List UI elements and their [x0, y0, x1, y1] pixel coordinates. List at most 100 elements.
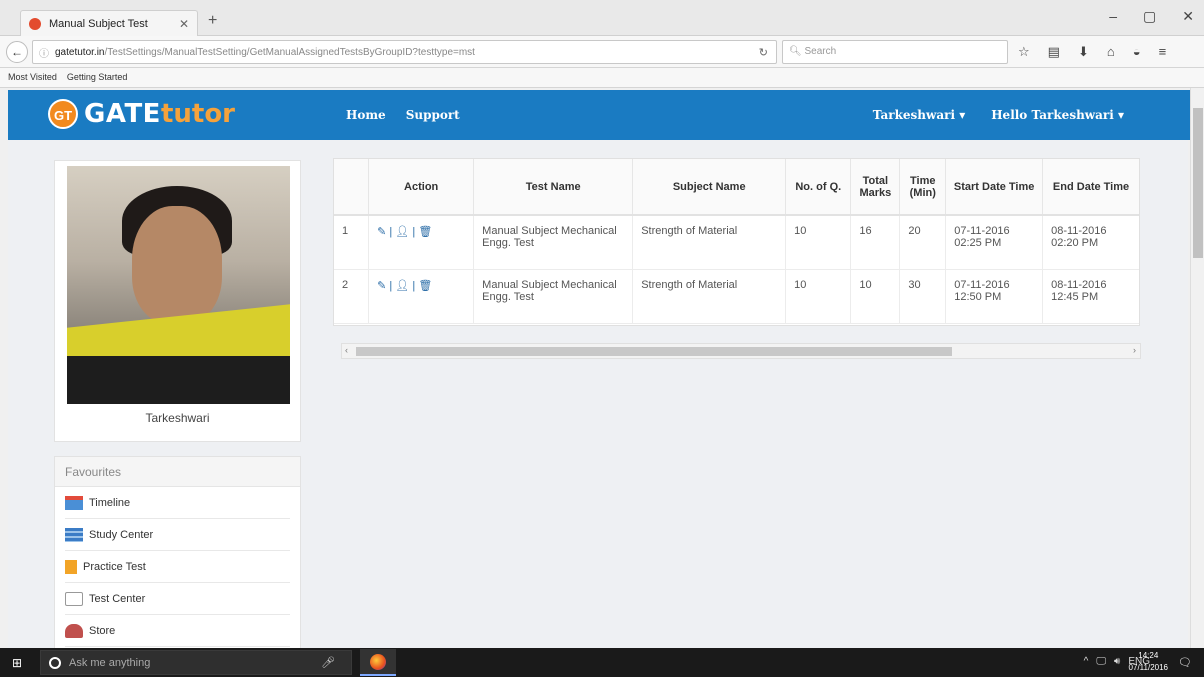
logo-tutor-text: tutor: [160, 99, 236, 129]
browser-tab[interactable]: Manual Subject Test ✕: [20, 10, 198, 36]
back-arrow-icon[interactable]: ←: [6, 41, 28, 63]
minimize-icon[interactable]: –: [1109, 8, 1117, 25]
fav-item-store[interactable]: Store: [65, 615, 290, 647]
search-icon: 🔍︎: [789, 46, 805, 57]
col-header-end-date: End Date Time: [1042, 159, 1139, 216]
assign-user-icon[interactable]: 👤︎: [395, 280, 409, 292]
bookmark-star-icon[interactable]: ☆: [1018, 44, 1030, 60]
cell-actions: ✎ | 👤︎ | 🗑︎: [368, 215, 475, 270]
fav-label: Store: [89, 624, 116, 637]
cell-start-date: 07-11-2016 02:25 PM: [945, 215, 1044, 270]
firefox-icon: [370, 654, 386, 670]
browser-tabbar: Manual Subject Test ✕ + – ▢ ✕: [0, 0, 1204, 36]
taskbar-clock[interactable]: 14:24 07/11/2016: [1129, 650, 1168, 674]
vertical-scroll-thumb[interactable]: [1193, 108, 1203, 258]
col-header-total-marks: Total Marks: [850, 159, 901, 216]
fav-item-practice-test[interactable]: Practice Test: [65, 551, 290, 583]
delete-icon[interactable]: 🗑︎: [418, 280, 432, 292]
cell-end-date: 08-11-2016 02:20 PM: [1042, 215, 1139, 270]
store-icon: [65, 623, 83, 638]
reading-list-icon[interactable]: ▤: [1048, 44, 1060, 60]
books-icon: [65, 527, 83, 542]
cell-index: 1: [334, 215, 370, 270]
edit-icon[interactable]: ✎: [377, 280, 386, 292]
cell-subject: Strength of Material: [632, 269, 787, 324]
microphone-icon[interactable]: 🎤︎: [321, 656, 335, 669]
windows-start-icon[interactable]: ⊞: [12, 656, 26, 670]
scroll-thumb[interactable]: [356, 347, 952, 356]
col-header-no-of-q: No. of Q.: [785, 159, 852, 216]
assign-user-icon[interactable]: 👤︎: [395, 226, 409, 238]
calendar-icon: [65, 495, 83, 510]
tests-table: Action Test Name Subject Name No. of Q. …: [334, 159, 1139, 324]
close-window-icon[interactable]: ✕: [1182, 8, 1194, 25]
bookmark-getting-started[interactable]: Getting Started: [67, 72, 128, 83]
site-logo[interactable]: GT GATE tutor: [48, 99, 235, 129]
profile-name: Tarkeshwari: [145, 411, 210, 425]
nav-home[interactable]: Home: [346, 108, 386, 122]
scroll-left-icon[interactable]: ‹: [345, 345, 348, 355]
maximize-icon[interactable]: ▢: [1143, 8, 1156, 25]
network-icon[interactable]: 🖵︎: [1096, 656, 1106, 667]
notifications-icon[interactable]: 🗨︎: [1178, 656, 1192, 669]
close-tab-icon[interactable]: ✕: [179, 17, 189, 31]
windows-taskbar: ⊞ Ask me anything 🎤︎ ^ 🖵︎ 🔊︎ ENG 14:24 0…: [0, 648, 1204, 677]
clipboard-icon: [65, 559, 77, 574]
edit-icon[interactable]: ✎: [377, 226, 386, 238]
menu-icon[interactable]: ≡: [1159, 44, 1167, 60]
fav-label: Practice Test: [83, 560, 146, 573]
fav-item-study-center[interactable]: Study Center: [65, 519, 290, 551]
url-host: gatetutor.in: [55, 46, 105, 58]
fav-item-test-center[interactable]: Test Center: [65, 583, 290, 615]
favourites-title: Favourites: [55, 457, 300, 487]
taskbar-search-box[interactable]: Ask me anything 🎤︎: [40, 650, 352, 675]
site-header: GT GATE tutor Home Support Tarkeshwari ▾…: [8, 90, 1194, 140]
cell-subject: Strength of Material: [632, 215, 787, 270]
browser-search-input[interactable]: 🔍︎ Search: [782, 40, 1008, 64]
page-vertical-scrollbar[interactable]: [1190, 88, 1204, 648]
url-path: /TestSettings/ManualTestSetting/GetManua…: [104, 46, 475, 58]
firefox-taskbar-button[interactable]: [360, 649, 396, 676]
user-dropdown[interactable]: Tarkeshwari ▾: [873, 108, 966, 122]
browser-navbar: ← ⓘ gatetutor.in /TestSettings/ManualTes…: [0, 36, 1204, 68]
table-header-row: Action Test Name Subject Name No. of Q. …: [334, 159, 1139, 216]
logo-badge: GT: [48, 99, 78, 129]
profile-card: Tarkeshwari: [54, 160, 301, 442]
clock-time: 14:24: [1138, 651, 1159, 660]
table-row: 2 ✎ | 👤︎ | 🗑︎ Manual Subject Mechanical …: [334, 269, 1139, 324]
hello-user-dropdown[interactable]: Hello Tarkeshwari ▾: [991, 108, 1124, 122]
col-header-start-date: Start Date Time: [945, 159, 1044, 216]
page-body: Tarkeshwari Favourites Timeline Study Ce…: [8, 140, 1188, 656]
cell-test-name: Manual Subject Mechanical Engg. Test: [473, 269, 634, 324]
cell-index: 2: [334, 269, 370, 324]
cell-no-of-q: 10: [785, 269, 852, 324]
fav-item-timeline[interactable]: Timeline: [65, 487, 290, 519]
search-placeholder: Search: [804, 46, 837, 57]
url-bar[interactable]: ⓘ gatetutor.in /TestSettings/ManualTestS…: [32, 40, 777, 64]
scroll-right-icon[interactable]: ›: [1133, 345, 1136, 355]
window-controls: – ▢ ✕: [1109, 8, 1194, 25]
cell-time: 30: [899, 269, 947, 324]
tests-table-container: Action Test Name Subject Name No. of Q. …: [333, 158, 1140, 326]
info-icon[interactable]: ⓘ: [39, 45, 49, 60]
profile-photo: [67, 166, 290, 404]
col-header-test-name: Test Name: [473, 159, 634, 216]
col-header-action: Action: [368, 159, 475, 216]
download-icon[interactable]: ⬇: [1078, 44, 1089, 60]
new-tab-icon[interactable]: +: [208, 12, 217, 30]
bookmark-most-visited[interactable]: Most Visited: [8, 72, 57, 83]
table-horizontal-scrollbar[interactable]: ‹ ›: [341, 343, 1141, 359]
fav-label: Timeline: [89, 496, 131, 509]
favourites-panel: Favourites Timeline Study Center Practic…: [54, 456, 301, 656]
delete-icon[interactable]: 🗑︎: [418, 226, 432, 238]
clock-date: 07/11/2016: [1128, 663, 1168, 672]
taskbar-search-placeholder: Ask me anything: [69, 656, 151, 669]
reload-icon[interactable]: ↻: [759, 46, 768, 59]
volume-icon[interactable]: 🔊︎: [1114, 656, 1120, 667]
cell-total-marks: 10: [850, 269, 901, 324]
home-icon[interactable]: ⌂: [1107, 44, 1115, 60]
tray-chevron-icon[interactable]: ^: [1084, 656, 1089, 667]
pocket-icon[interactable]: ◒: [1133, 44, 1141, 60]
nav-support[interactable]: Support: [406, 108, 460, 122]
site-nav: Home Support: [346, 108, 460, 122]
